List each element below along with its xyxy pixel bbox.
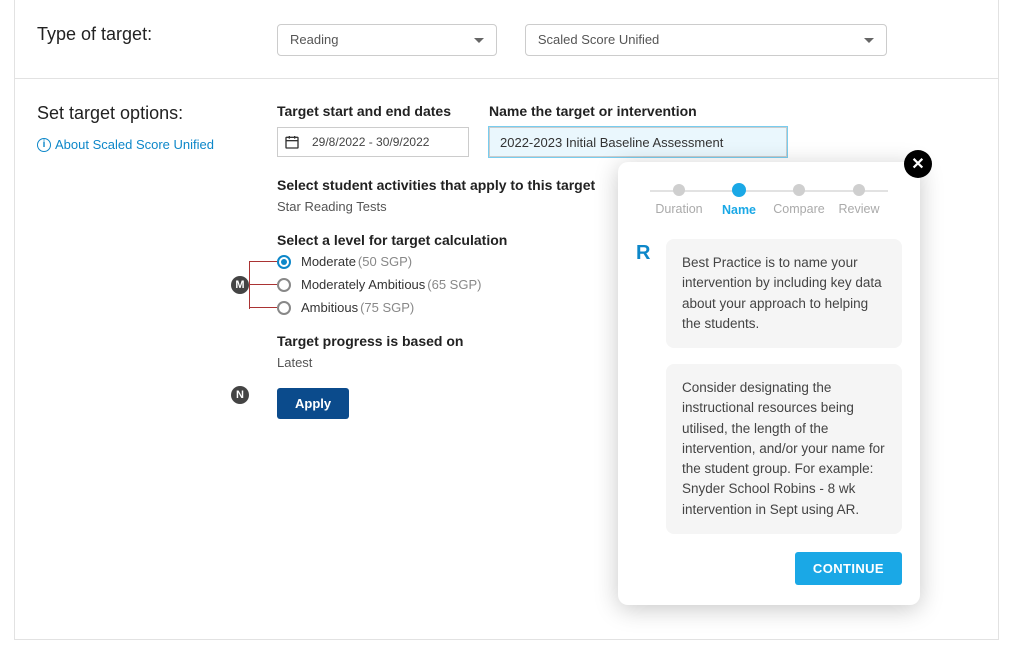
renaissance-logo-icon: R xyxy=(636,243,656,534)
level-ambitious-hint: (75 SGP) xyxy=(360,300,414,315)
tour-message-1: Best Practice is to name your interventi… xyxy=(666,239,902,348)
level-moderate-label: Moderate xyxy=(301,254,356,269)
info-icon: i xyxy=(37,138,51,152)
date-range-input[interactable]: 29/8/2022 - 30/9/2022 xyxy=(277,127,469,157)
subject-select-value: Reading xyxy=(290,32,338,47)
tour-step-review-label: Review xyxy=(839,202,880,216)
type-of-target-section: Type of target: Reading Scaled Score Uni… xyxy=(15,0,998,79)
tour-step-review[interactable]: Review xyxy=(830,184,888,217)
level-ambitious-label: Ambitious xyxy=(301,300,358,315)
date-field-label: Target start and end dates xyxy=(277,103,469,119)
score-type-select-value: Scaled Score Unified xyxy=(538,32,659,47)
name-field-label: Name the target or intervention xyxy=(489,103,787,119)
tour-steps: Duration Name Compare Review xyxy=(650,184,888,217)
target-name-input[interactable] xyxy=(489,127,787,157)
date-range-value: 29/8/2022 - 30/9/2022 xyxy=(312,135,429,149)
tour-step-duration[interactable]: Duration xyxy=(650,184,708,217)
tour-tooltip: ✕ Duration Name Compare Review R xyxy=(618,162,920,605)
level-moderately-ambitious-radio[interactable] xyxy=(277,278,291,292)
about-scaled-score-text: About Scaled Score Unified xyxy=(55,137,214,152)
score-type-select[interactable]: Scaled Score Unified xyxy=(525,24,887,56)
tour-step-name[interactable]: Name xyxy=(710,184,768,217)
tour-continue-button[interactable]: CONTINUE xyxy=(795,552,902,585)
about-scaled-score-link[interactable]: i About Scaled Score Unified xyxy=(37,137,214,152)
type-of-target-title: Type of target: xyxy=(37,24,277,45)
calendar-icon xyxy=(284,134,300,150)
tour-close-button[interactable]: ✕ xyxy=(904,150,932,178)
level-moderate-radio[interactable] xyxy=(277,255,291,269)
level-ambitious-radio[interactable] xyxy=(277,301,291,315)
subject-select[interactable]: Reading xyxy=(277,24,497,56)
level-moderately-ambitious-hint: (65 SGP) xyxy=(427,277,481,292)
tour-step-name-label: Name xyxy=(722,203,756,217)
level-moderate-hint: (50 SGP) xyxy=(358,254,412,269)
marker-m-badge: M xyxy=(231,276,249,294)
close-icon: ✕ xyxy=(911,154,924,174)
tour-step-compare[interactable]: Compare xyxy=(770,184,828,217)
tour-message-2: Consider designating the instructional r… xyxy=(666,364,902,534)
set-target-title: Set target options: xyxy=(37,103,277,124)
tour-step-duration-label: Duration xyxy=(655,202,702,216)
level-moderately-ambitious-label: Moderately Ambitious xyxy=(301,277,425,292)
tour-step-compare-label: Compare xyxy=(773,202,824,216)
marker-bracket xyxy=(249,254,279,316)
apply-button[interactable]: Apply xyxy=(277,388,349,419)
marker-n-badge: N xyxy=(231,386,249,404)
